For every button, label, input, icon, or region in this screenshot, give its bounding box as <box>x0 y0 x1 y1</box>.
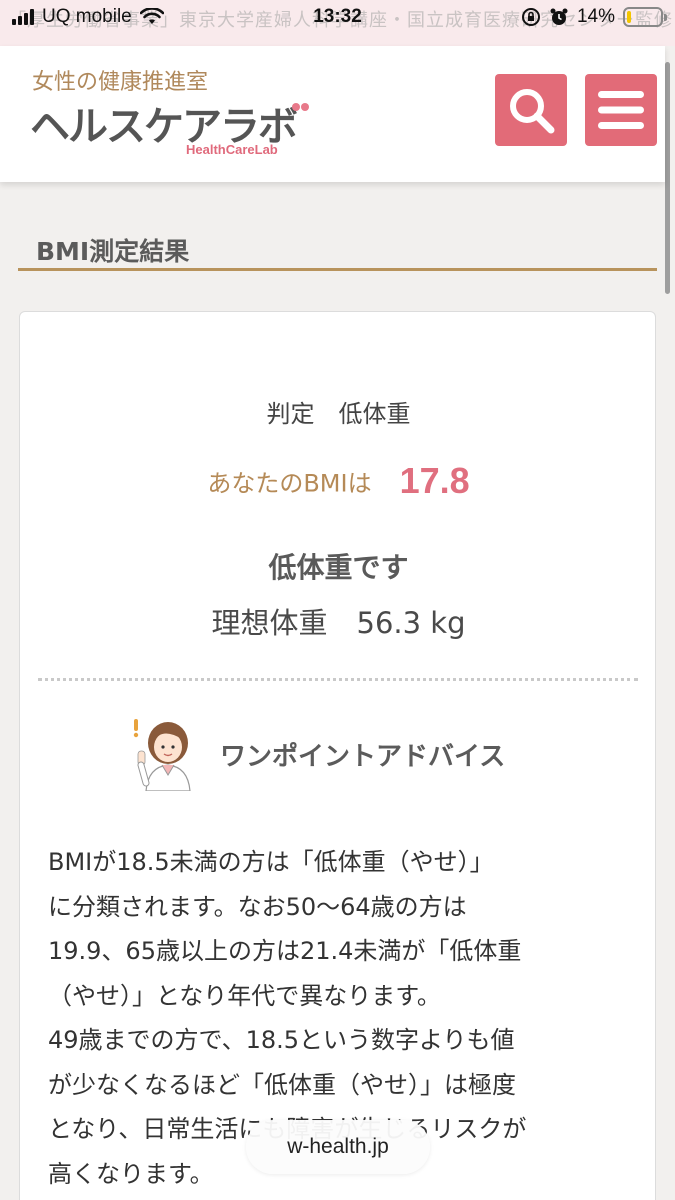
logo-english[interactable]: HealthCareLab <box>186 142 278 157</box>
logo-dots <box>292 96 310 115</box>
browser-url-bar[interactable]: w-health.jp <box>246 1120 430 1174</box>
page-scrollbar[interactable] <box>665 62 670 294</box>
advice-line: BMIが18.5未満の方は「低体重（やせ）」 <box>48 848 494 876</box>
bmi-label: あなたのBMIは <box>207 469 372 498</box>
alarm-icon <box>550 8 568 25</box>
status-right: 14% <box>521 6 667 28</box>
page-title: BMI測定結果 <box>36 237 190 266</box>
category-text: 低体重です <box>268 551 409 584</box>
advice-header: ワンポイントアドバイス <box>130 717 505 791</box>
lock-rotation-icon <box>521 8 540 26</box>
battery-level-fill <box>627 11 631 23</box>
advice-line: （やせ）」となり年代で異なります。 <box>48 981 441 1010</box>
advice-title: ワンポイントアドバイス <box>220 741 506 772</box>
battery-percent: 14% <box>576 6 615 27</box>
search-button[interactable] <box>495 74 567 146</box>
search-icon <box>510 89 555 134</box>
advice-line: 49歳までの方で、18.5という数字よりも値 <box>48 1026 515 1054</box>
bmi-value: 17.8 <box>399 460 470 501</box>
ideal-weight-text: 理想体重 56.3 kg <box>211 606 466 640</box>
bmi-line: あなたのBMIは 17.8 <box>20 460 657 502</box>
advice-line: 19.9、65歳以上の方は21.4未満が「低体重 <box>48 937 522 965</box>
top-strip <box>0 38 675 46</box>
advice-line: が少なくなるほど「低体重（やせ）」は極度 <box>48 1070 516 1099</box>
doctor-avatar-icon <box>133 719 191 791</box>
logo-subtitle[interactable]: 女性の健康推進室 <box>32 64 208 96</box>
hamburger-menu-icon <box>598 91 644 129</box>
menu-button[interactable] <box>585 74 657 146</box>
title-underline <box>18 268 657 271</box>
advice-line: に分類されます。なお50〜64歳の方は <box>48 892 467 921</box>
status-bar: 「厚生労働省事業」東京大学産婦人科学講座・国立成育医療研究センター監修 UQ m… <box>0 0 675 38</box>
judgement-text: 判定 低体重 <box>266 400 411 428</box>
dotted-divider <box>38 678 638 681</box>
site-header: 女性の健康推進室 ヘルスケアラボ HealthCareLab <box>0 46 665 182</box>
result-card: 判定 低体重 あなたのBMIは 17.8 低体重です 理想体重 56.3 kg <box>19 311 656 1200</box>
battery-icon <box>623 7 667 27</box>
